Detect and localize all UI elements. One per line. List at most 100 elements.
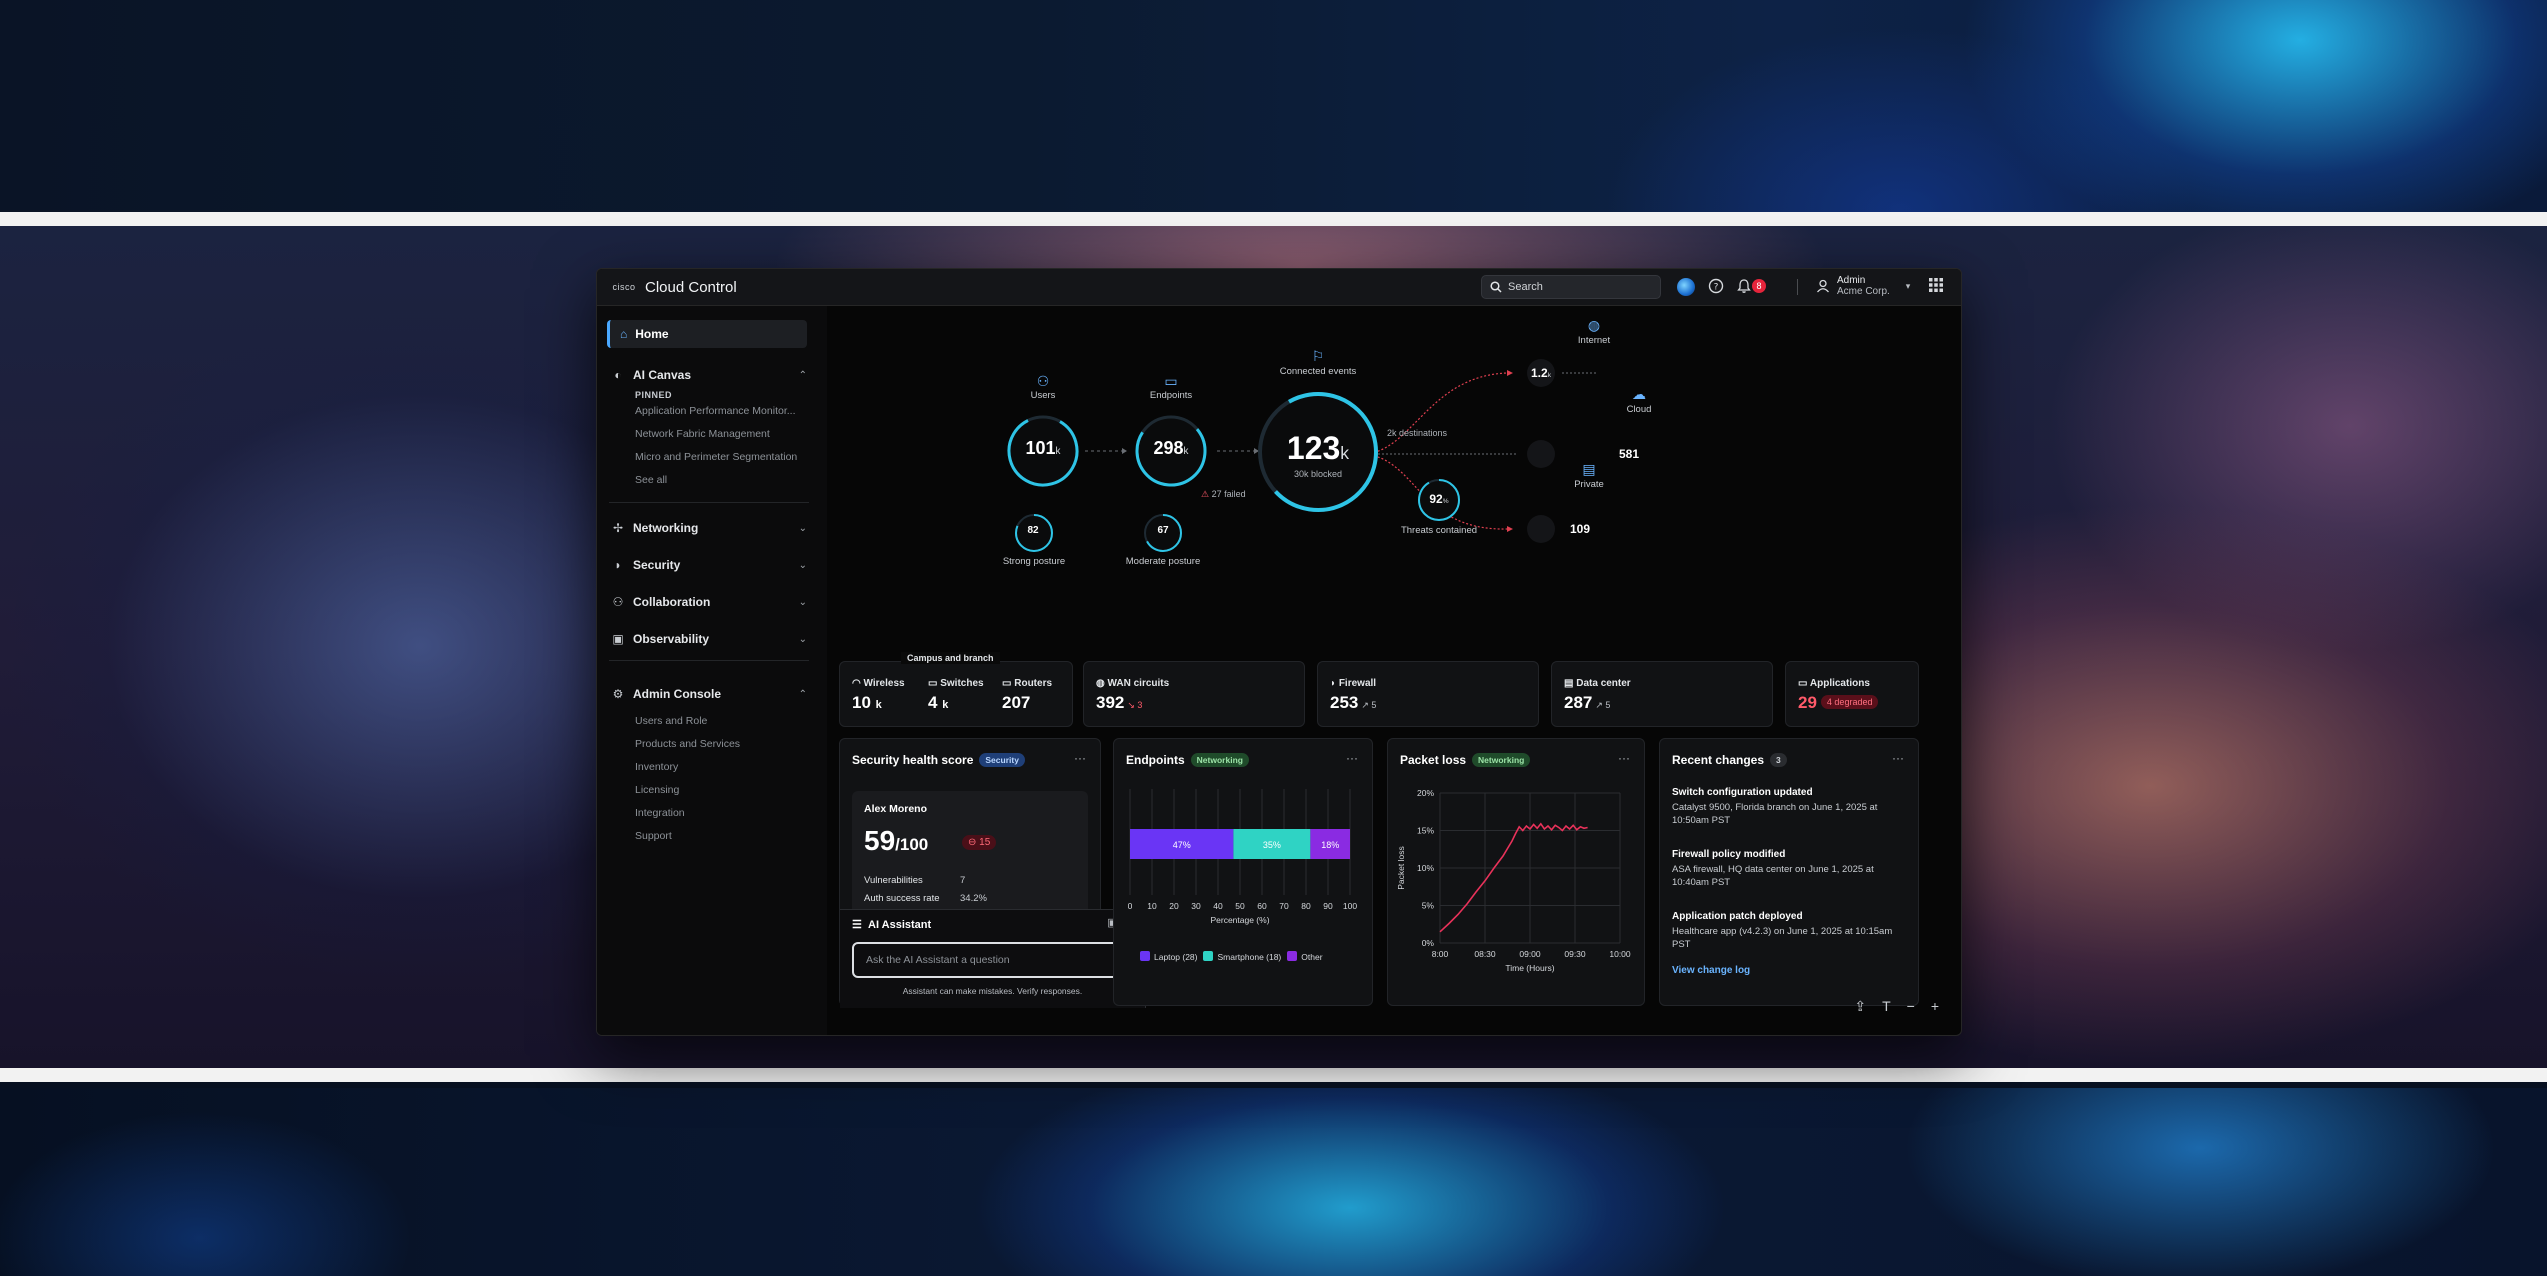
sidebar-subitem[interactable]: Licensing — [635, 784, 679, 796]
search-input[interactable]: Search — [1481, 275, 1661, 299]
users-unit: k — [1055, 446, 1061, 457]
text-icon[interactable]: T — [1882, 998, 1891, 1015]
sidebar-subitem[interactable]: Support — [635, 830, 672, 842]
sidebar-section-label: Observability — [633, 632, 710, 646]
more-options-icon[interactable]: ··· — [1892, 751, 1904, 765]
background-top-band — [0, 0, 2547, 212]
wireless-stat: ◠ Wireless 10 k — [852, 678, 905, 713]
change-item[interactable]: Firewall policy modified ASA firewall, H… — [1672, 849, 1912, 889]
view-change-log-link[interactable]: View change log — [1672, 965, 1750, 976]
legend-swatch — [1203, 951, 1214, 961]
search-icon — [1490, 281, 1502, 293]
threats-value[interactable]: 92% — [1421, 492, 1457, 506]
strong-posture-value[interactable]: 82 — [1023, 525, 1043, 536]
sidebar-section-observability[interactable]: ▣ Observability ⌄ — [611, 632, 807, 646]
sidebar-section-networking[interactable]: ✢ Networking ⌄ — [611, 521, 807, 535]
degraded-badge: 4 degraded — [1820, 695, 1879, 709]
sidebar-subitem[interactable]: Application Performance Monitor... — [635, 405, 796, 417]
router-icon: ▭ — [1002, 678, 1012, 689]
routers-value: 207 — [1002, 693, 1031, 712]
sidebar-divider — [609, 660, 809, 661]
datacenter-card[interactable]: ▤ Data center 287 ↗ 5 — [1551, 661, 1773, 727]
divider-stripe-bottom — [0, 1068, 2547, 1082]
endpoints-failed-text: 27 failed — [1211, 489, 1246, 499]
zoom-out-icon[interactable]: − — [1907, 998, 1915, 1015]
campus-branch-card[interactable]: ◠ Wireless 10 k ▭ Switches 4 k ▭ Routers… — [839, 661, 1073, 727]
background-bottom-band — [0, 1088, 2547, 1276]
sidebar-subitem[interactable]: Products and Services — [635, 738, 740, 750]
internet-value[interactable]: 1.2k — [1521, 366, 1561, 380]
pinned-heading: PINNED — [635, 390, 673, 400]
connected-events-value[interactable]: 123k — [1273, 430, 1363, 467]
networking-tag: Networking — [1472, 753, 1531, 767]
moderate-posture-value[interactable]: 67 — [1153, 525, 1173, 536]
share-icon[interactable]: ⇪ — [1854, 998, 1866, 1015]
ai-assistant-popup: ☰ AI Assistant ▣ ⌄ Ask the AI Assistant … — [840, 909, 1146, 1008]
wan-card[interactable]: ◍ WAN circuits 392 ↘ 3 — [1083, 661, 1305, 727]
sidebar-subitem[interactable]: Network Fabric Management — [635, 428, 770, 440]
sidebar-subitem[interactable]: Integration — [635, 807, 685, 819]
user-menu[interactable]: Admin Acme Corp. ▾ — [1815, 275, 1910, 297]
sidebar-item-label: Home — [635, 327, 669, 341]
menu-icon[interactable]: ☰ — [852, 919, 862, 931]
private-value[interactable]: 109 — [1560, 522, 1600, 536]
change-item[interactable]: Switch configuration updated Catalyst 95… — [1672, 787, 1912, 827]
chevron-up-icon: ⌃ — [798, 369, 807, 381]
sidebar-section-collaboration[interactable]: ⚇ Collaboration ⌄ — [611, 595, 807, 609]
x-tick-label: 60 — [1257, 901, 1267, 911]
auth-rate-row: Auth success rate 34.2% — [864, 893, 987, 904]
security-score-card[interactable]: Alex Moreno 59/100 ⊖ 15 Vulnerabilities 7… — [852, 791, 1088, 921]
recent-changes-panel: Recent changes 3 ··· Switch configuration… — [1659, 738, 1919, 1006]
sidebar-subitem-see-all[interactable]: See all — [635, 474, 667, 486]
applications-card[interactable]: ▭ Applications 29 4 degraded — [1785, 661, 1919, 727]
more-options-icon[interactable]: ··· — [1074, 751, 1086, 765]
sidebar-section-ai-canvas[interactable]: ◐ AI Canvas ⌃ — [611, 368, 807, 382]
sidebar-section-label: Collaboration — [633, 595, 711, 609]
panel-title: Endpoints — [1126, 753, 1185, 767]
endpoints-label: Endpoints — [1149, 390, 1193, 401]
globe-icon: ◍ — [1096, 678, 1105, 689]
people-icon: ⚇ — [612, 595, 624, 609]
strong-posture-label: Strong posture — [1002, 556, 1066, 567]
sidebar-section-label: AI Canvas — [633, 368, 692, 382]
firewall-value: 253 — [1330, 693, 1359, 712]
user-name: Admin — [1837, 275, 1866, 286]
more-options-icon[interactable]: ··· — [1346, 751, 1358, 765]
ai-assistant-orb-icon[interactable] — [1677, 278, 1695, 296]
sidebar-section-admin-console[interactable]: ⚙ Admin Console ⌃ — [611, 687, 807, 701]
svg-text:?: ? — [1714, 283, 1719, 293]
endpoints-value[interactable]: 298k — [1137, 438, 1205, 459]
endpoints-panel: Endpoints Networking ··· 47% 35% 18% 0 10 20 30… — [1113, 738, 1373, 1006]
assistant-title: ☰ AI Assistant — [852, 918, 931, 931]
notifications-bell-icon[interactable] — [1735, 278, 1753, 296]
sidebar-item-home[interactable]: ⌂ Home — [607, 320, 807, 348]
endpoints-failed-note: ⚠ 27 failed — [1201, 489, 1246, 500]
connected-events-icon: ⚐ — [1311, 348, 1325, 364]
row-label: Vulnerabilities — [864, 875, 923, 886]
notification-count-badge: 8 — [1752, 279, 1766, 293]
zoom-in-icon[interactable]: + — [1931, 998, 1939, 1015]
threats-unit: % — [1442, 498, 1449, 505]
change-item[interactable]: Application patch deployed Healthcare ap… — [1672, 911, 1912, 951]
x-tick-label: 10 — [1147, 901, 1157, 911]
sidebar-subitem[interactable]: Inventory — [635, 761, 678, 773]
sidebar-subitem[interactable]: Users and Role — [635, 715, 707, 727]
chevron-down-icon: ▾ — [1905, 280, 1911, 291]
cloud-value[interactable]: 581 — [1609, 447, 1649, 461]
more-options-icon[interactable]: ··· — [1618, 751, 1630, 765]
sidebar-section-security[interactable]: ◗ Security ⌄ — [611, 558, 807, 572]
y-tick-label: 20% — [1417, 788, 1434, 798]
x-axis-label: Time (Hours) — [1505, 963, 1554, 973]
row-value: 7 — [960, 875, 966, 886]
assistant-question-input[interactable]: Ask the AI Assistant a question — [852, 942, 1134, 978]
private-icon: ▤ — [1582, 461, 1596, 477]
packet-loss-chart: 20% 15% 10% 5% 0%8:00 08:30 09:00 09:30 10:00 Tim… — [1396, 788, 1631, 973]
brand[interactable]: cisco Cloud Control — [611, 277, 736, 297]
users-value[interactable]: 101k — [1009, 438, 1077, 459]
sidebar-subitem[interactable]: Micro and Perimeter Segmentation — [635, 451, 797, 463]
changes-count: 3 — [1770, 753, 1787, 767]
threats-label: Threats contained — [1400, 525, 1478, 536]
firewall-card[interactable]: ◗ Firewall 253 ↗ 5 — [1317, 661, 1539, 727]
app-launcher-grid-icon[interactable] — [1927, 278, 1945, 296]
help-icon[interactable]: ? — [1707, 278, 1725, 296]
